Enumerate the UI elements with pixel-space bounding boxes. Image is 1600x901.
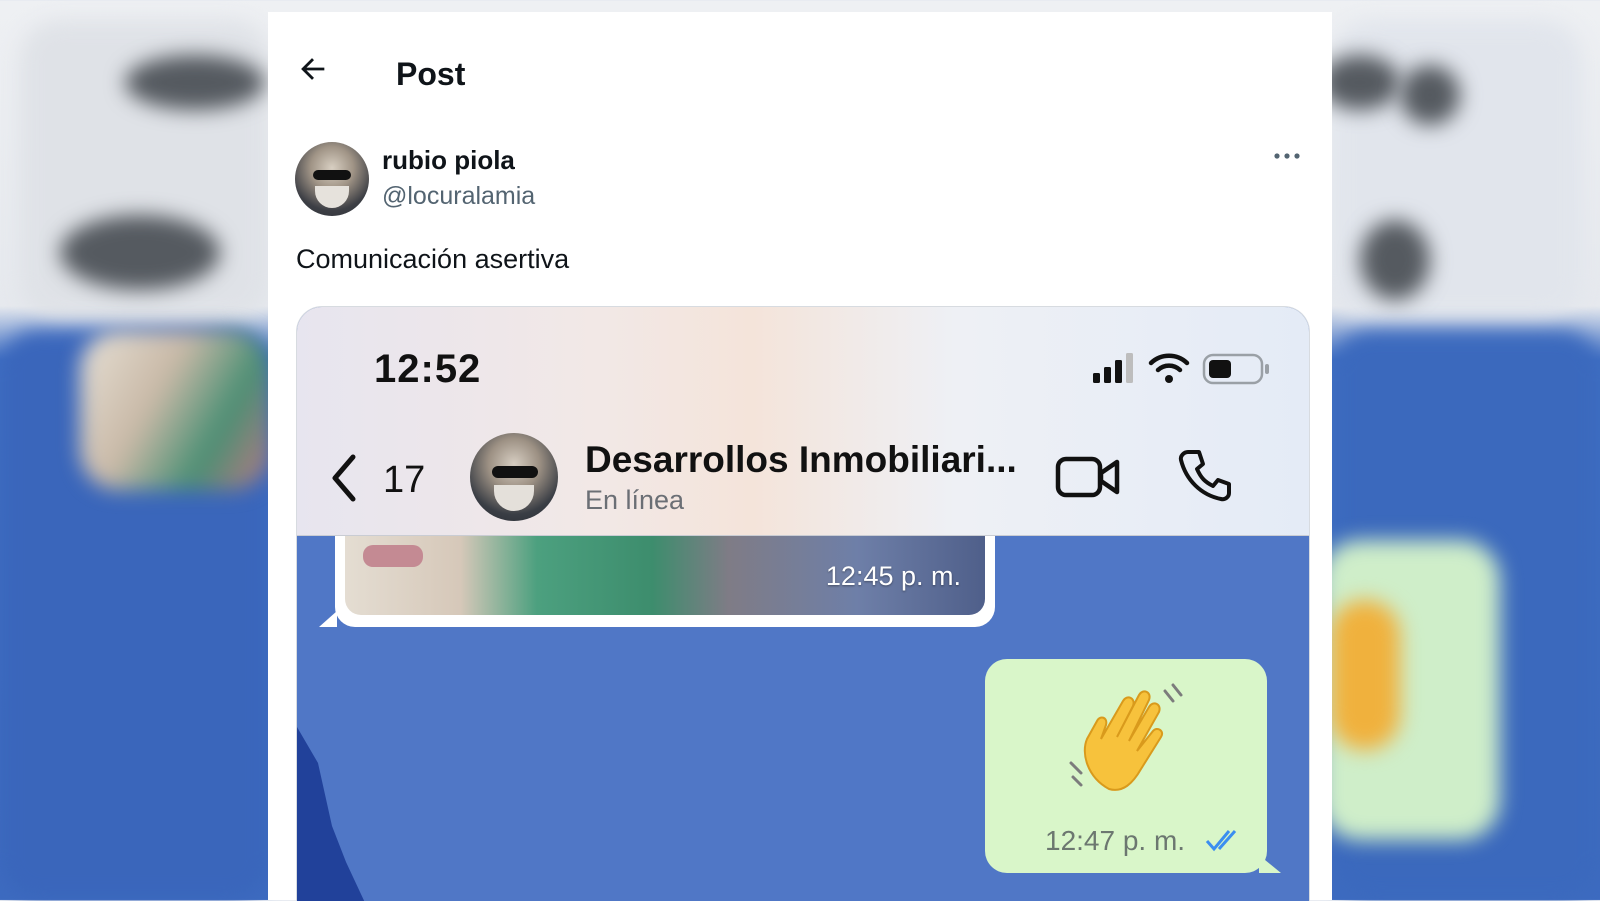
backdrop-left-image: [80, 330, 270, 490]
backdrop-blob: [125, 55, 265, 110]
chat-header: 12:52 17 Desarrollos Inmobiliari... En l…: [297, 307, 1309, 536]
ellipsis-icon[interactable]: [1270, 146, 1304, 166]
backdrop-blob: [60, 215, 220, 290]
status-bar-clock: 12:52: [374, 347, 482, 391]
outgoing-emoji-message[interactable]: 12:47 p. m.: [985, 659, 1281, 873]
message-time: 12:47 p. m.: [1045, 825, 1186, 856]
post-text: Comunicación asertiva: [296, 244, 570, 274]
unread-count[interactable]: 17: [383, 459, 425, 502]
author-avatar[interactable]: [295, 142, 369, 216]
message-time: 12:45 p. m.: [825, 561, 961, 591]
phone-icon[interactable]: [1177, 447, 1233, 503]
chevron-left-icon[interactable]: [327, 453, 361, 503]
battery-icon: [1202, 353, 1269, 385]
post-card: Post rubio piola @locuralamia Comunicaci…: [268, 12, 1332, 901]
background-landmass: [297, 727, 367, 901]
contact-status: En línea: [585, 485, 685, 515]
post-media-image[interactable]: 12:45 p. m. 12:47 p. m. 12:52 17 Desarro…: [296, 306, 1310, 901]
double-check-icon: [1205, 830, 1237, 852]
post-top-bar: Post: [268, 12, 1332, 107]
backdrop-blob: [1360, 220, 1430, 300]
backdrop-blob: [1320, 55, 1400, 110]
backdrop-blob: [1400, 65, 1460, 125]
signal-bars-icon: [1093, 353, 1133, 383]
arrow-left-icon[interactable]: [296, 52, 330, 86]
backdrop-right-hand: [1330, 600, 1400, 750]
contact-avatar[interactable]: [470, 433, 558, 521]
wifi-icon: [1148, 353, 1190, 383]
author-handle[interactable]: @locuralamia: [382, 182, 535, 211]
moon-icon: [597, 812, 655, 895]
page-title: Post: [396, 56, 466, 92]
waving-hand-icon: [1069, 683, 1183, 791]
author-name[interactable]: rubio piola: [382, 145, 515, 176]
status-bar-icons: [1093, 353, 1269, 385]
contact-name[interactable]: Desarrollos Inmobiliari...: [585, 439, 1017, 481]
video-camera-icon[interactable]: [1055, 453, 1121, 501]
